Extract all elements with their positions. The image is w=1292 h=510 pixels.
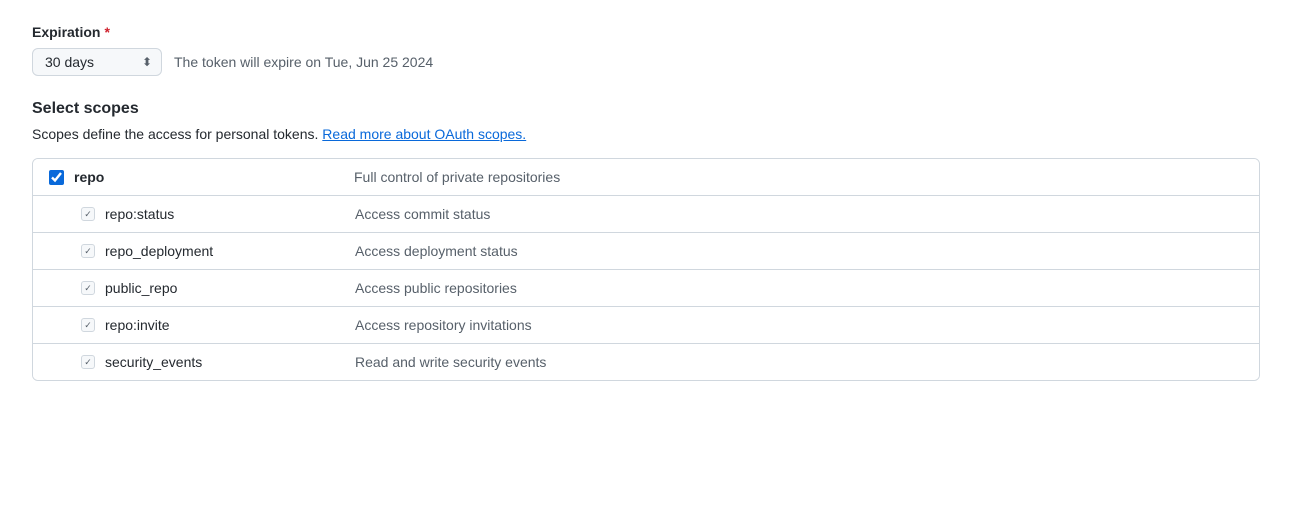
repo-status-scope-name: repo:status [105, 206, 355, 222]
public-repo-scope-name: public_repo [105, 280, 355, 296]
repo-deployment-scope-name: repo_deployment [105, 243, 355, 259]
scope-row-public-repo: public_repo Access public repositories [33, 270, 1259, 307]
public-repo-checkbox[interactable] [81, 281, 95, 295]
expiration-select[interactable]: 7 days 30 days 60 days 90 days Custom No… [32, 48, 162, 76]
repo-scope-name: repo [74, 169, 354, 185]
scope-row-repo: repo Full control of private repositorie… [33, 159, 1259, 196]
required-marker: * [104, 24, 109, 40]
expiration-select-wrapper: 7 days 30 days 60 days 90 days Custom No… [32, 48, 162, 76]
oauth-scopes-link[interactable]: Read more about OAuth scopes. [322, 126, 526, 142]
repo-invite-checkbox[interactable] [81, 318, 95, 332]
expiration-hint: The token will expire on Tue, Jun 25 202… [174, 54, 433, 70]
security-events-scope-name: security_events [105, 354, 355, 370]
expiration-title: Expiration [32, 24, 100, 40]
repo-deployment-checkbox[interactable] [81, 244, 95, 258]
security-events-scope-description: Read and write security events [355, 354, 546, 370]
expiration-row: 7 days 30 days 60 days 90 days Custom No… [32, 48, 1260, 76]
scopes-box: repo Full control of private repositorie… [32, 158, 1260, 381]
scopes-section: Select scopes Scopes define the access f… [32, 100, 1260, 381]
scope-row-repo-status: repo:status Access commit status [33, 196, 1259, 233]
scope-row-security-events: security_events Read and write security … [33, 344, 1259, 380]
scopes-description: Scopes define the access for personal to… [32, 126, 1260, 142]
repo-scope-description: Full control of private repositories [354, 169, 560, 185]
expiration-label: Expiration * [32, 24, 1260, 40]
expiration-section: Expiration * 7 days 30 days 60 days 90 d… [32, 24, 1260, 76]
scopes-description-text: Scopes define the access for personal to… [32, 126, 318, 142]
scope-row-repo-invite: repo:invite Access repository invitation… [33, 307, 1259, 344]
repo-status-scope-description: Access commit status [355, 206, 490, 222]
scope-row-repo-deployment: repo_deployment Access deployment status [33, 233, 1259, 270]
repo-invite-scope-name: repo:invite [105, 317, 355, 333]
security-events-checkbox[interactable] [81, 355, 95, 369]
public-repo-scope-description: Access public repositories [355, 280, 517, 296]
repo-deployment-scope-description: Access deployment status [355, 243, 518, 259]
scopes-title: Select scopes [32, 100, 1260, 118]
repo-invite-scope-description: Access repository invitations [355, 317, 532, 333]
repo-checkbox[interactable] [49, 170, 64, 185]
repo-status-checkbox[interactable] [81, 207, 95, 221]
